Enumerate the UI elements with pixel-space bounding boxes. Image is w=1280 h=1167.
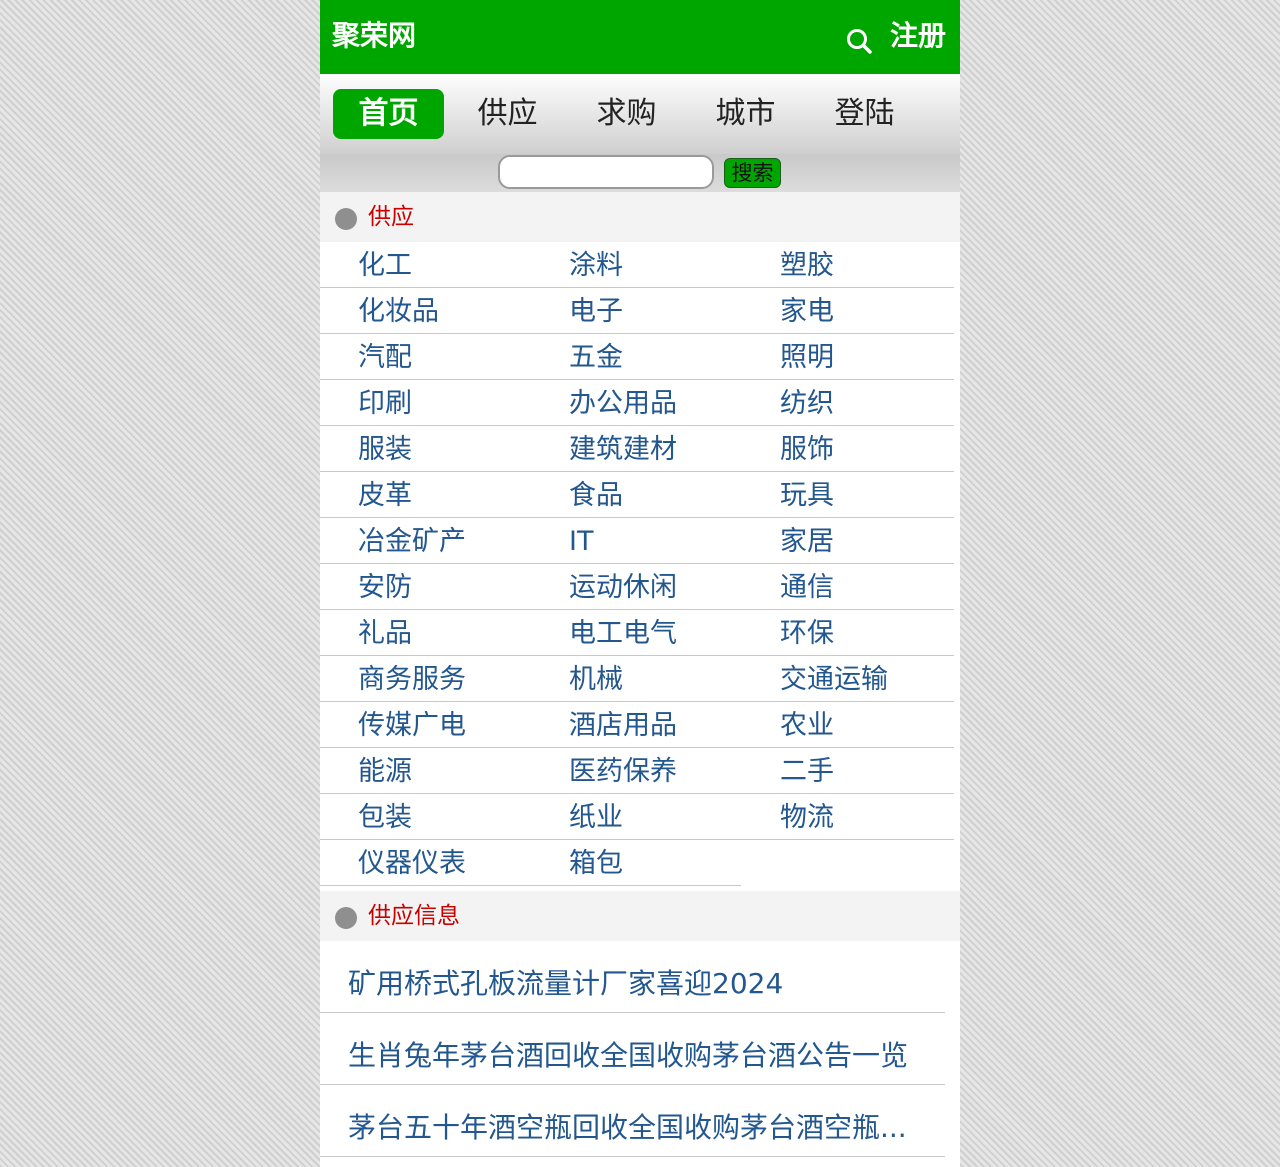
search-input[interactable]	[498, 155, 714, 189]
category-link[interactable]: 机械	[569, 658, 623, 702]
supply-info-list: 矿用桥式孔板流量计厂家喜迎2024 生肖兔年茅台酒回收全国收购茅台酒公告一览 茅台五…	[320, 941, 960, 1157]
category-link[interactable]: 农业	[780, 704, 834, 748]
info-section-title: 供应信息	[368, 903, 460, 929]
category-row: 传媒广电 酒店用品 农业	[320, 702, 954, 748]
category-link[interactable]: 通信	[780, 566, 834, 610]
supply-info-link[interactable]: 茅台五十年酒空瓶回收全国收购茅台酒空瓶...	[348, 1099, 940, 1157]
list-item: 茅台五十年酒空瓶回收全国收购茅台酒空瓶...	[320, 1085, 945, 1157]
search-button[interactable]: 搜索	[724, 158, 781, 188]
category-link[interactable]: 化妆品	[358, 290, 439, 334]
category-row: 印刷 办公用品 纺织	[320, 380, 954, 426]
category-link[interactable]: 运动休闲	[569, 566, 677, 610]
supply-section-header: 供应	[320, 192, 960, 242]
category-link[interactable]: 传媒广电	[358, 704, 466, 748]
category-link[interactable]: 酒店用品	[569, 704, 677, 748]
category-link[interactable]: 建筑建材	[569, 428, 677, 472]
category-link[interactable]: 物流	[780, 796, 834, 840]
category-link[interactable]: 汽配	[358, 336, 412, 380]
supply-section-title: 供应	[368, 204, 414, 230]
nav-purchase[interactable]: 求购	[571, 89, 682, 139]
category-link[interactable]: 交通运输	[780, 658, 888, 702]
supply-info-link[interactable]: 矿用桥式孔板流量计厂家喜迎2024	[348, 955, 940, 1013]
category-link[interactable]: 仪器仪表	[358, 842, 466, 886]
search-icon[interactable]	[844, 26, 874, 56]
category-row: 安防 运动休闲 通信	[320, 564, 954, 610]
category-link[interactable]: 能源	[358, 750, 412, 794]
nav-city[interactable]: 城市	[690, 89, 801, 139]
category-link[interactable]: 五金	[569, 336, 623, 380]
category-row: 能源 医药保养 二手	[320, 748, 954, 794]
bullet-dot-icon	[335, 907, 357, 929]
category-link[interactable]: 箱包	[569, 842, 623, 886]
category-link[interactable]: 电子	[569, 290, 623, 334]
category-row: 礼品 电工电气 环保	[320, 610, 954, 656]
main-nav: 首页 供应 求购 城市 登陆	[320, 74, 960, 154]
category-link[interactable]: 皮革	[358, 474, 412, 518]
category-link[interactable]: 办公用品	[569, 382, 677, 426]
category-link[interactable]: 电工电气	[569, 612, 677, 656]
category-link[interactable]: 礼品	[358, 612, 412, 656]
category-link[interactable]: 家居	[780, 520, 834, 564]
nav-login[interactable]: 登陆	[809, 89, 920, 139]
category-link[interactable]: 塑胶	[780, 244, 834, 288]
search-bar: 搜索	[320, 154, 960, 192]
category-link[interactable]: 服装	[358, 428, 412, 472]
category-row: 皮革 食品 玩具	[320, 472, 954, 518]
bullet-dot-icon	[335, 208, 357, 230]
category-link[interactable]: 包装	[358, 796, 412, 840]
category-row: 服装 建筑建材 服饰	[320, 426, 954, 472]
category-link[interactable]: 化工	[358, 244, 412, 288]
category-link[interactable]: 医药保养	[569, 750, 677, 794]
category-link[interactable]: 玩具	[780, 474, 834, 518]
category-link[interactable]: IT	[569, 520, 593, 564]
category-grid: 化工 涂料 塑胶化妆品 电子 家电汽配 五金 照明印刷 办公用品 纺织服装 建筑建材 服饰皮革 食品 玩…	[320, 242, 960, 886]
mobile-page: 聚荣网 注册 首页 供应 求购 城市 登陆 搜索 供应 化工 涂料 塑胶 化妆品 电子家…	[320, 0, 960, 1167]
category-link[interactable]: 二手	[780, 750, 834, 794]
category-link[interactable]: 纺织	[780, 382, 834, 426]
supply-info-link[interactable]: 生肖兔年茅台酒回收全国收购茅台酒公告一览	[348, 1027, 940, 1085]
category-row: 冶金矿产 IT 家居	[320, 518, 954, 564]
nav-home[interactable]: 首页	[333, 89, 444, 139]
category-row: 仪器仪表 箱包	[320, 840, 741, 886]
info-section-header: 供应信息	[320, 891, 960, 941]
category-link[interactable]: 安防	[358, 566, 412, 610]
category-link[interactable]: 家电	[780, 290, 834, 334]
category-row: 化妆品 电子 家电	[320, 288, 954, 334]
list-item: 矿用桥式孔板流量计厂家喜迎2024	[320, 941, 945, 1013]
category-link[interactable]: 环保	[780, 612, 834, 656]
top-header: 聚荣网 注册	[320, 0, 960, 74]
category-link[interactable]: 食品	[569, 474, 623, 518]
category-link[interactable]: 涂料	[569, 244, 623, 288]
category-link[interactable]: 照明	[780, 336, 834, 380]
category-row: 化工 涂料 塑胶	[320, 242, 954, 288]
category-link[interactable]: 纸业	[569, 796, 623, 840]
list-item: 生肖兔年茅台酒回收全国收购茅台酒公告一览	[320, 1013, 945, 1085]
category-row: 包装 纸业 物流	[320, 794, 954, 840]
category-link[interactable]: 印刷	[358, 382, 412, 426]
category-row: 商务服务 机械 交通运输	[320, 656, 954, 702]
category-link[interactable]: 服饰	[780, 428, 834, 472]
category-link[interactable]: 冶金矿产	[358, 520, 466, 564]
category-link[interactable]: 商务服务	[358, 658, 466, 702]
register-link[interactable]: 注册	[890, 16, 946, 56]
site-logo[interactable]: 聚荣网	[332, 16, 416, 56]
category-row: 汽配 五金 照明	[320, 334, 954, 380]
nav-supply[interactable]: 供应	[452, 89, 563, 139]
